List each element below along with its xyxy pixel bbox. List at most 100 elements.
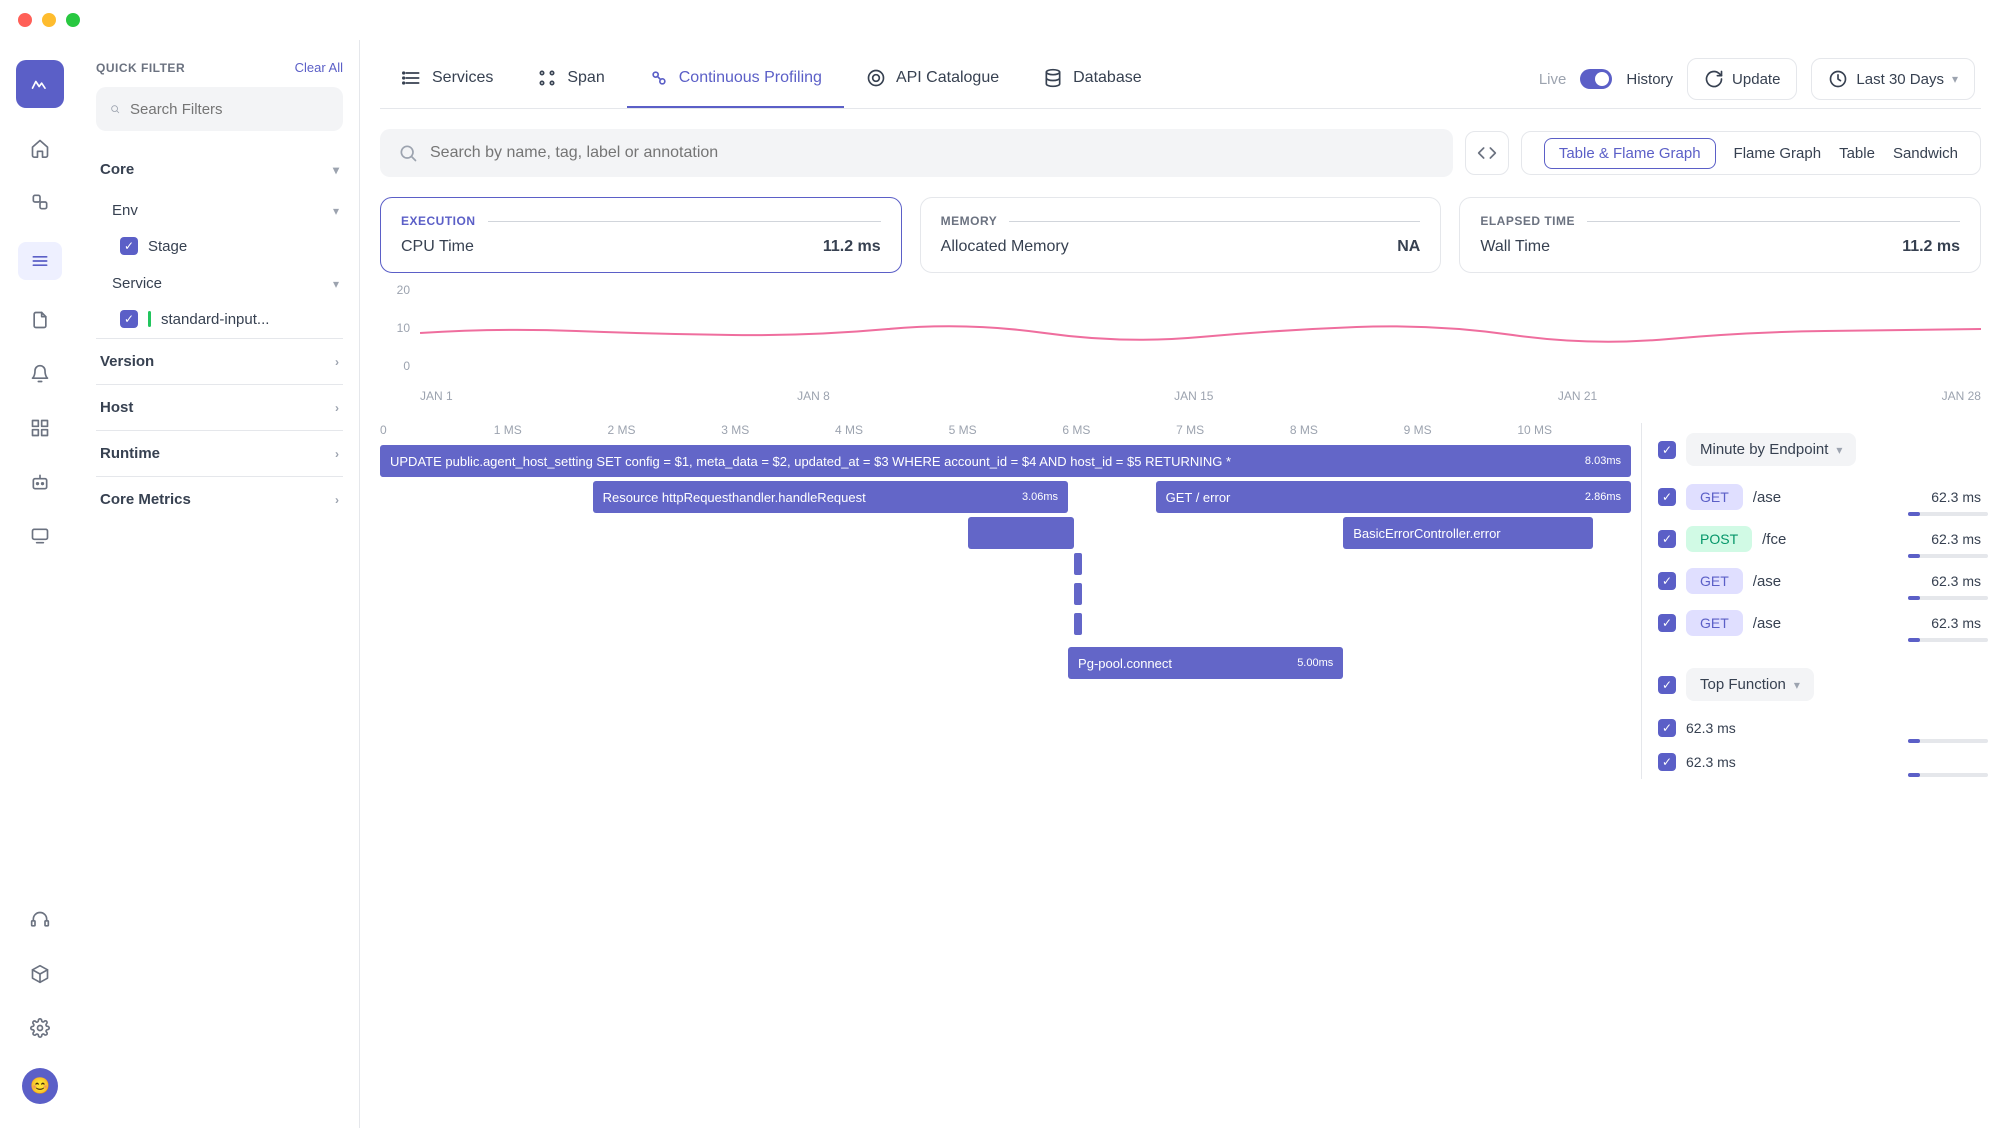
filter-host[interactable]: Host› xyxy=(96,385,343,430)
filter-item-standard-input[interactable]: ✓ standard-input... xyxy=(96,302,343,338)
metric-elapsed-title: ELAPSED TIME xyxy=(1480,214,1575,228)
grid-icon[interactable] xyxy=(26,414,54,442)
endpoint-row[interactable]: ✓ GET /ase 62.3 ms xyxy=(1658,602,1981,644)
cpu-time-chart: 20 10 0 JAN 1 JAN 8 JAN 15 JAN 21 JAN 28 xyxy=(380,283,1981,403)
close-window[interactable] xyxy=(18,13,32,27)
document-icon[interactable] xyxy=(26,306,54,334)
endpoint-row[interactable]: ✓ GET /ase 62.3 ms xyxy=(1658,476,1981,518)
endpoint-row[interactable]: ✓ GET /ase 62.3 ms xyxy=(1658,560,1981,602)
span-thin-2[interactable] xyxy=(1074,583,1082,605)
gear-icon[interactable] xyxy=(26,1014,54,1042)
span-basic-error[interactable]: BasicErrorController.error xyxy=(1343,517,1593,549)
span-pg-pool[interactable]: Pg-pool.connect5.00ms xyxy=(1068,647,1343,679)
endpoint-value: 62.3 ms xyxy=(1931,573,1981,589)
metric-execution[interactable]: EXECUTION CPU Time11.2 ms xyxy=(380,197,902,273)
monitor-icon[interactable] xyxy=(26,522,54,550)
daterange-button[interactable]: Last 30 Days▾ xyxy=(1811,58,1975,100)
tab-profiling-label: Continuous Profiling xyxy=(679,69,822,87)
stack-icon[interactable] xyxy=(26,188,54,216)
search-input[interactable] xyxy=(430,144,1435,162)
profiling-icon xyxy=(649,68,669,88)
home-icon[interactable] xyxy=(26,134,54,162)
view-table-flame[interactable]: Table & Flame Graph xyxy=(1544,138,1716,169)
metric-elapsed[interactable]: ELAPSED TIME Wall Time11.2 ms xyxy=(1459,197,1981,273)
x-tick: JAN 15 xyxy=(1174,389,1213,403)
span-thin-1[interactable] xyxy=(1074,553,1082,575)
checkbox-function[interactable]: ✓ xyxy=(1658,753,1676,771)
top-function-dropdown[interactable]: Top Function▾ xyxy=(1686,668,1814,701)
span-update[interactable]: UPDATE public.agent_host_setting SET con… xyxy=(380,445,1631,477)
clear-all-link[interactable]: Clear All xyxy=(295,60,343,75)
view-flame[interactable]: Flame Graph xyxy=(1734,145,1822,162)
filter-runtime[interactable]: Runtime› xyxy=(96,431,343,476)
bell-icon[interactable] xyxy=(26,360,54,388)
view-table[interactable]: Table xyxy=(1839,145,1875,162)
tab-span[interactable]: Span xyxy=(515,50,626,108)
filter-service[interactable]: Service ▾ xyxy=(96,265,343,302)
avatar[interactable]: 😊 xyxy=(22,1068,58,1104)
api-icon xyxy=(866,68,886,88)
y-tick: 10 xyxy=(380,321,410,335)
bot-icon[interactable] xyxy=(26,468,54,496)
y-tick: 20 xyxy=(380,283,410,297)
metric-memory[interactable]: MEMORY Allocated MemoryNA xyxy=(920,197,1442,273)
live-toggle[interactable] xyxy=(1580,69,1612,89)
endpoint-path: /fce xyxy=(1762,531,1921,548)
view-sandwich[interactable]: Sandwich xyxy=(1893,145,1958,162)
maximize-window[interactable] xyxy=(66,13,80,27)
tab-database-label: Database xyxy=(1073,69,1142,87)
top-tabs: Services Span Continuous Profiling API C… xyxy=(380,40,1981,109)
function-row[interactable]: ✓ 62.3 ms xyxy=(1658,745,1981,779)
chevron-down-icon: ▾ xyxy=(1794,678,1800,692)
filter-core[interactable]: Core ▾ xyxy=(96,147,343,192)
checkbox-top-function[interactable]: ✓ xyxy=(1658,676,1676,694)
checkbox-function[interactable]: ✓ xyxy=(1658,719,1676,737)
tab-api-catalogue[interactable]: API Catalogue xyxy=(844,50,1021,108)
checkbox-endpoint[interactable]: ✓ xyxy=(1658,572,1676,590)
checkbox-minute-endpoint[interactable]: ✓ xyxy=(1658,441,1676,459)
checkbox-stage[interactable]: ✓ xyxy=(120,237,138,255)
filter-core-metrics[interactable]: Core Metrics› xyxy=(96,477,343,522)
endpoint-bar-bg xyxy=(1908,596,1988,600)
tab-span-label: Span xyxy=(567,69,604,87)
endpoint-row[interactable]: ✓ POST /fce 62.3 ms xyxy=(1658,518,1981,560)
filter-version[interactable]: Version› xyxy=(96,339,343,384)
search-bar[interactable] xyxy=(380,129,1453,177)
checkbox-endpoint[interactable]: ✓ xyxy=(1658,488,1676,506)
filter-runtime-label: Runtime xyxy=(100,445,160,462)
chevron-down-icon: ▾ xyxy=(1836,443,1842,457)
headset-icon[interactable] xyxy=(26,906,54,934)
minute-endpoint-dropdown[interactable]: Minute by Endpoint▾ xyxy=(1686,433,1856,466)
cube-icon[interactable] xyxy=(26,960,54,988)
span-resource[interactable]: Resource httpRequesthandler.handleReques… xyxy=(593,481,1068,513)
tab-services-label: Services xyxy=(432,69,493,87)
filter-env-label: Env xyxy=(112,202,138,219)
search-filters-input[interactable] xyxy=(130,101,329,118)
checkbox-endpoint[interactable]: ✓ xyxy=(1658,614,1676,632)
update-button[interactable]: Update xyxy=(1687,58,1797,100)
tab-database[interactable]: Database xyxy=(1021,50,1164,108)
tab-services[interactable]: Services xyxy=(380,50,515,108)
span-get-error[interactable]: GET / error2.86ms xyxy=(1156,481,1631,513)
span-anon-1[interactable] xyxy=(968,517,1074,549)
filter-env[interactable]: Env ▾ xyxy=(96,192,343,229)
minimize-window[interactable] xyxy=(42,13,56,27)
metric-execution-title: EXECUTION xyxy=(401,214,476,228)
checkbox-endpoint[interactable]: ✓ xyxy=(1658,530,1676,548)
database-icon xyxy=(1043,68,1063,88)
method-badge: POST xyxy=(1686,526,1752,552)
span-label: GET / error xyxy=(1166,490,1231,505)
filter-service-label: Service xyxy=(112,275,162,292)
y-tick: 0 xyxy=(380,359,410,373)
checkbox-standard-input[interactable]: ✓ xyxy=(120,310,138,328)
metric-execution-label: CPU Time xyxy=(401,238,474,256)
list-icon[interactable] xyxy=(18,242,62,280)
span-label: BasicErrorController.error xyxy=(1353,526,1500,541)
function-row[interactable]: ✓ 62.3 ms xyxy=(1658,711,1981,745)
search-filters[interactable] xyxy=(96,87,343,131)
span-thin-3[interactable] xyxy=(1074,613,1082,635)
filter-item-stage[interactable]: ✓ Stage xyxy=(96,229,343,265)
tab-continuous-profiling[interactable]: Continuous Profiling xyxy=(627,50,844,108)
filter-standard-input-label: standard-input... xyxy=(161,311,269,328)
code-button[interactable] xyxy=(1465,131,1509,175)
